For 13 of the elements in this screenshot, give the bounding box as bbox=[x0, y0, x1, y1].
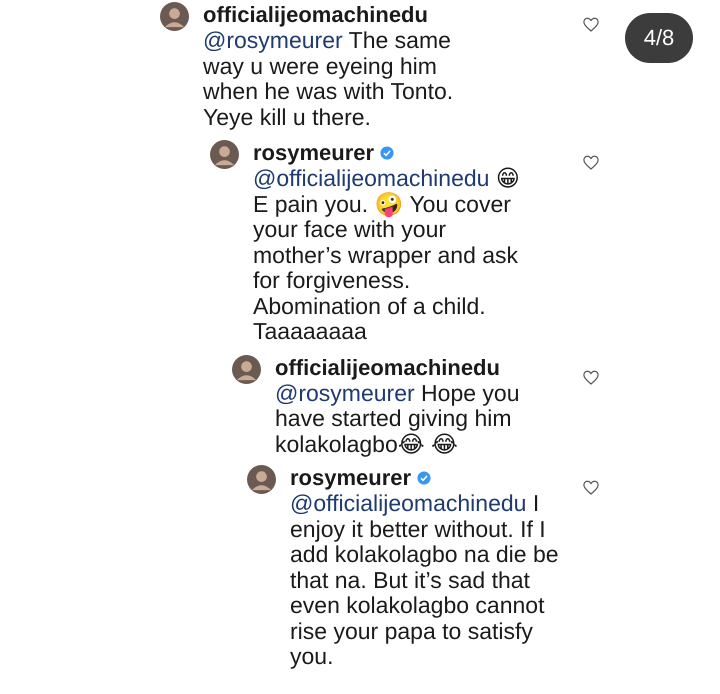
comment-text: @rosymeurer The same way u were eyeing him when he was with Tonto. Yeye kill u there. bbox=[203, 28, 454, 130]
username[interactable]: officialijeomachinedu bbox=[275, 354, 500, 380]
mention-link[interactable]: @rosymeurer bbox=[275, 380, 415, 406]
mention-link[interactable]: @rosymeurer bbox=[203, 27, 343, 53]
username[interactable]: rosymeurer bbox=[290, 465, 412, 491]
page-counter: 4/8 bbox=[625, 13, 693, 63]
comment-text: @rosymeurer Hope you have started giving him kolakolagbo😂 😂 bbox=[275, 380, 521, 457]
username[interactable]: rosymeurer bbox=[253, 140, 374, 166]
comment-text: @officialijeomachinedu I enjoy it better without. If I add kolakolagbo na die be that na. But it’s sad that even kolakolagbo cannot rise your papa to satisfy you. bbox=[290, 491, 560, 670]
mention-link[interactable]: @officialijeomachinedu bbox=[253, 165, 490, 191]
comment-text: @officialijeomachinedu 😁 E pain you. 🤪 You cover your face with your mother’s wrapper and ask for forgiveness. Abomination of a child. Taaaaaaaa bbox=[253, 166, 521, 344]
username[interactable]: officialijeomachinedu bbox=[203, 2, 428, 28]
mention-link[interactable]: @officialijeomachinedu bbox=[290, 490, 526, 516]
